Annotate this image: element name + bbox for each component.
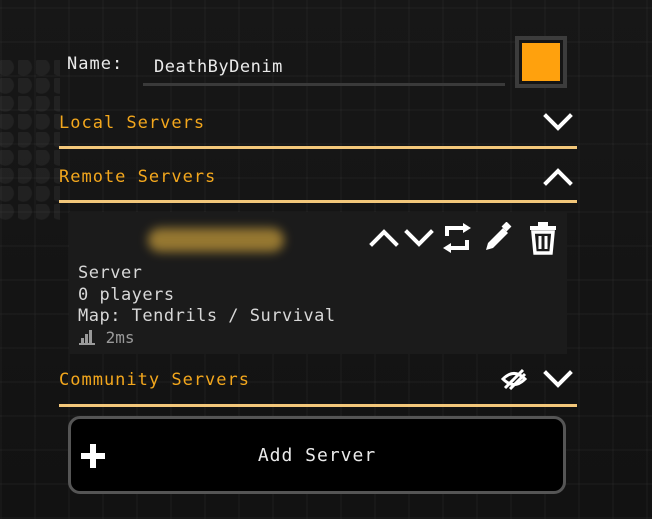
server-type: Server [78,263,143,283]
remote-servers-title[interactable]: Remote Servers [59,167,216,187]
refresh-icon[interactable] [441,222,473,254]
community-servers-divider [59,404,577,407]
local-servers-title[interactable]: Local Servers [59,113,205,133]
remote-servers-divider [59,200,577,203]
community-servers-chevron-down-icon[interactable] [543,369,573,389]
add-server-label: Add Server [257,445,377,466]
move-down-icon[interactable] [404,228,434,248]
name-label: Name: [67,54,124,74]
server-ping-value: 2ms [105,328,135,347]
server-players: 0 players [78,285,175,305]
community-servers-title[interactable]: Community Servers [59,370,250,390]
local-servers-divider [59,146,577,149]
player-color-fill [522,43,560,81]
name-input[interactable] [143,50,505,86]
move-up-icon[interactable] [369,228,399,248]
remote-servers-chevron-up-icon[interactable] [543,167,573,187]
player-color-button[interactable] [515,36,567,88]
add-server-button[interactable]: Add Server [68,416,566,494]
ping-bars-icon [79,330,95,345]
local-servers-chevron-down-icon[interactable] [543,112,573,132]
server-name-obscured [148,228,284,252]
server-map: Map: Tendrils / Survival [78,306,336,326]
eye-off-icon[interactable] [501,368,527,390]
server-ping: 2ms [78,328,135,347]
trash-icon[interactable] [528,221,558,255]
pencil-icon[interactable] [482,222,514,254]
